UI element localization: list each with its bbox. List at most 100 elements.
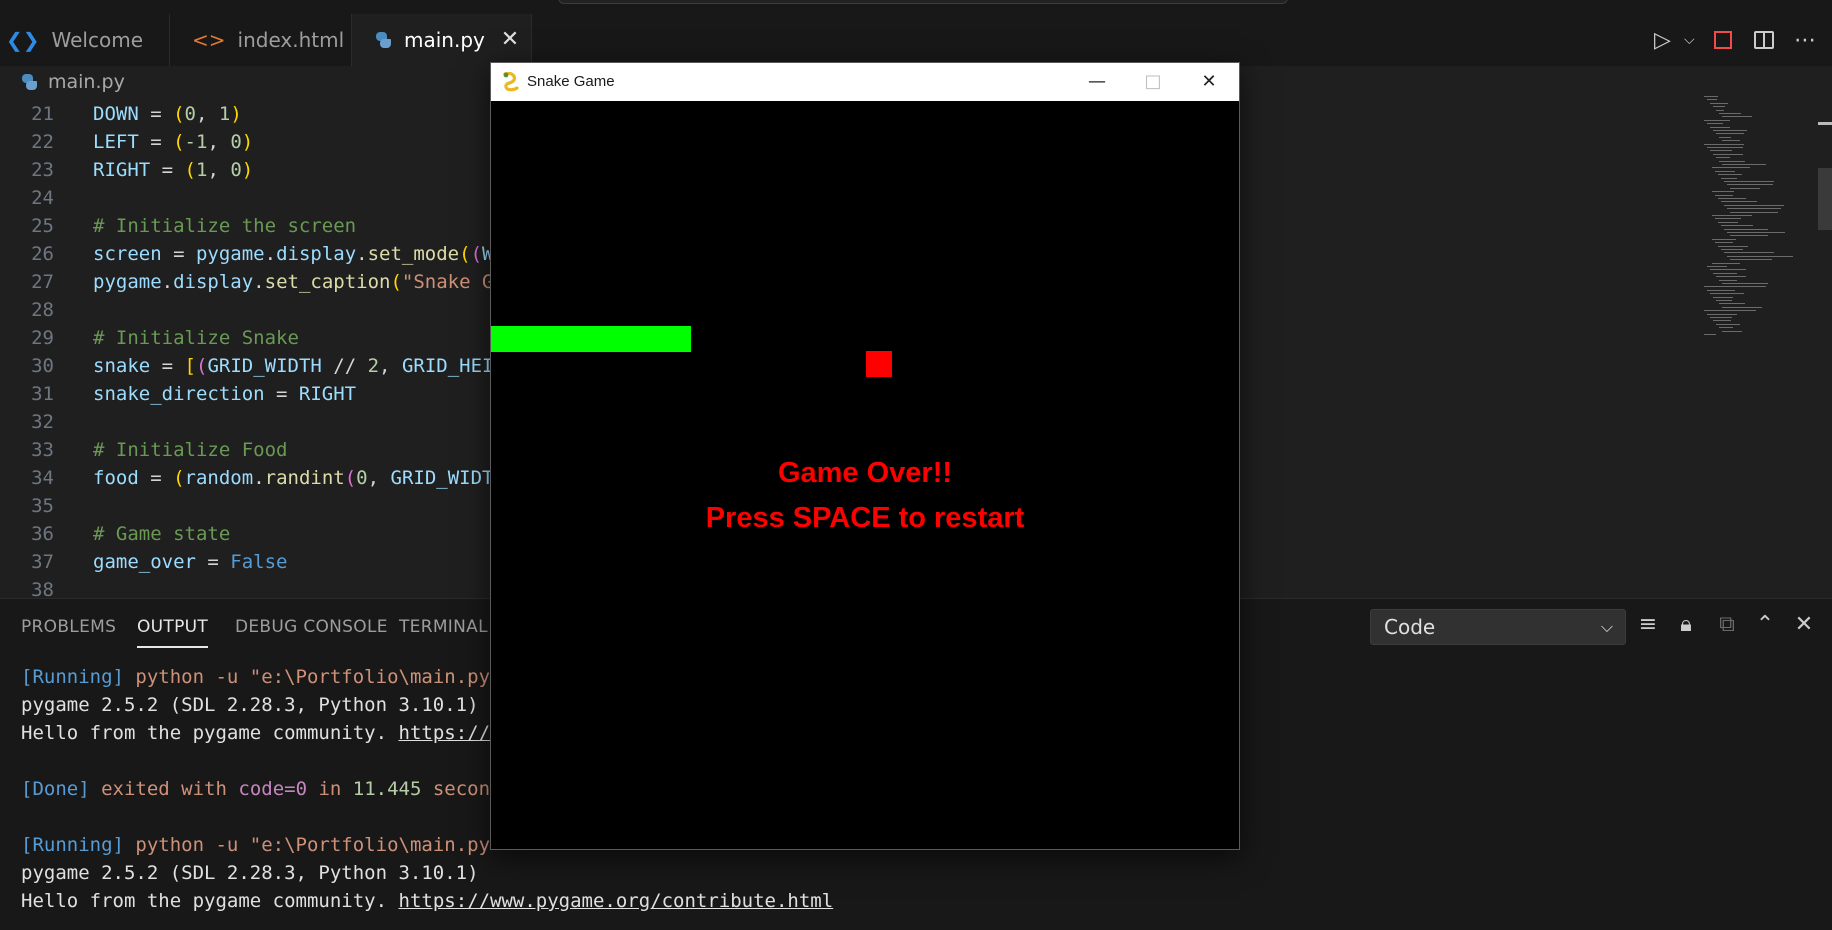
tab-label: main.py (404, 28, 485, 52)
tab-debug-console[interactable]: DEBUG CONSOLE (235, 617, 388, 637)
html-icon: <> (192, 28, 226, 52)
minimap-line (1722, 330, 1742, 332)
code-line: 26 screen = pygame.display.set_mode((W (31, 243, 494, 265)
minimap-line (1716, 157, 1730, 159)
minimap-line (1718, 245, 1748, 247)
minimap-line (1719, 327, 1733, 329)
minimap-line (1727, 255, 1793, 257)
toggle-panel-button[interactable] (1714, 14, 1732, 66)
minimap-line (1719, 303, 1745, 305)
minimap-line (1716, 133, 1744, 135)
scrollbar-marker (1818, 122, 1832, 125)
minimap-line (1730, 211, 1778, 213)
minimap-line (1710, 293, 1744, 295)
chevron-down-icon[interactable]: ⌵ (1684, 14, 1695, 66)
output-line: Hello from the pygame community. https:/… (21, 722, 491, 744)
minimap-line (1715, 218, 1741, 220)
food-pellet (866, 351, 892, 377)
code-line: 29 # Initialize Snake (31, 327, 299, 349)
minimap-line (1704, 96, 1718, 97)
minimap-line (1724, 228, 1768, 230)
breadcrumb-file[interactable]: main.py (48, 71, 125, 93)
run-python-button[interactable]: ▷ (1654, 14, 1671, 66)
editor-scrollbar[interactable] (1818, 168, 1832, 230)
code-line: 30 snake = [(GRID_WIDTH // 2, GRID_HEI (31, 355, 494, 377)
minimap-line (1712, 215, 1752, 216)
minimap-line (1704, 286, 1766, 288)
minimap-line (1704, 143, 1744, 145)
output-line: [Done] exited with code=0 in 11.445 seco… (21, 778, 491, 800)
window-title: Snake Game (527, 73, 615, 90)
output-line: [Running] python -u "e:\Portfolio\main.p… (21, 666, 491, 688)
minimap-line (1721, 177, 1737, 179)
code-line: 28 (31, 299, 54, 321)
code-line: 31 snake_direction = RIGHT (31, 383, 357, 405)
editor-tab-bar: ❮❯ Welcome <> index.html main.py ✕ (0, 14, 1832, 66)
more-actions-icon[interactable]: ⋯ (1794, 14, 1816, 66)
command-center[interactable] (558, 0, 1288, 4)
minimap-line (1704, 119, 1730, 121)
minimap-line (1707, 289, 1735, 291)
minimap-line (1713, 296, 1733, 298)
code-line: 27 pygame.display.set_caption("Snake G (31, 271, 494, 293)
minimap-line (1712, 238, 1736, 240)
minimap-line (1707, 266, 1727, 267)
code-line: 24 (31, 187, 54, 209)
game-canvas[interactable]: Game Over!! Press SPACE to restart (491, 101, 1239, 849)
code-line: 38 (31, 579, 54, 598)
minimap-line (1716, 109, 1724, 111)
minimap-line (1713, 320, 1731, 322)
tab-terminal[interactable]: TERMINAL (399, 617, 488, 637)
minimap[interactable] (1700, 96, 1820, 356)
snake-game-window[interactable]: Snake Game — □ ✕ Game Over!! Press SPACE… (490, 62, 1240, 850)
output-channel-select[interactable]: Code ⌵ (1370, 609, 1626, 645)
maximize-button[interactable]: □ (1125, 63, 1181, 101)
output-line: pygame 2.5.2 (SDL 2.28.3, Python 3.10.1) (21, 862, 479, 884)
code-line: 35 (31, 495, 54, 517)
code-line: 25 # Initialize the screen (31, 215, 357, 237)
tab-index-html[interactable]: <> index.html (170, 14, 352, 66)
minimap-line (1730, 259, 1772, 261)
tab-output[interactable]: OUTPUT (137, 617, 209, 648)
minimap-line (1724, 181, 1774, 182)
pygame-snake-icon (503, 72, 519, 92)
tab-problems[interactable]: PROBLEMS (21, 617, 116, 637)
restart-hint-text: Press SPACE to restart (705, 502, 1025, 534)
output-link[interactable]: https:// (399, 722, 491, 744)
minimap-line (1716, 323, 1740, 325)
close-button[interactable]: ✕ (1181, 63, 1237, 101)
clear-output-icon[interactable]: ≡ (1634, 611, 1662, 639)
close-icon[interactable]: ✕ (1790, 611, 1818, 639)
python-icon (374, 31, 392, 49)
output-line: pygame 2.5.2 (SDL 2.28.3, Python 3.10.1) (21, 694, 479, 716)
minimap-line (1718, 198, 1746, 199)
minimap-line (1704, 334, 1716, 335)
tab-label: Welcome (51, 28, 143, 52)
lock-icon[interactable]: 🔒︎ (1672, 611, 1700, 639)
close-icon[interactable]: ✕ (498, 28, 522, 52)
minimap-line (1727, 208, 1781, 210)
minimap-line (1716, 300, 1732, 301)
minimap-line (1719, 136, 1731, 138)
output-line: [Running] python -u "e:\Portfolio\main.p… (21, 834, 491, 856)
minimap-line (1718, 174, 1742, 176)
code-line: 21 DOWN = (0, 1) (31, 103, 242, 125)
code-line: 23 RIGHT = (1, 0) (31, 159, 254, 181)
vscode-icon: ❮❯ (6, 28, 40, 52)
tab-welcome[interactable]: ❮❯ Welcome (0, 14, 170, 66)
minimap-line (1719, 279, 1737, 281)
chevron-up-icon[interactable]: ⌃ (1751, 611, 1779, 639)
copy-icon[interactable]: ⧉ (1713, 611, 1741, 639)
output-link[interactable]: https://www.pygame.org/contribute.html (399, 890, 834, 912)
minimap-line (1722, 283, 1768, 284)
minimap-line (1719, 113, 1741, 114)
minimize-button[interactable]: — (1069, 63, 1125, 101)
output-channel-value: Code (1384, 615, 1436, 639)
window-title-bar[interactable]: Snake Game — □ ✕ (491, 63, 1239, 101)
chevron-down-icon: ⌵ (1600, 617, 1613, 636)
minimap-line (1715, 194, 1733, 196)
minimap-line (1704, 310, 1756, 312)
split-editor-icon (1754, 31, 1774, 49)
split-editor-button[interactable] (1754, 14, 1774, 66)
code-line: 34 food = (random.randint(0, GRID_WIDT (31, 467, 494, 489)
